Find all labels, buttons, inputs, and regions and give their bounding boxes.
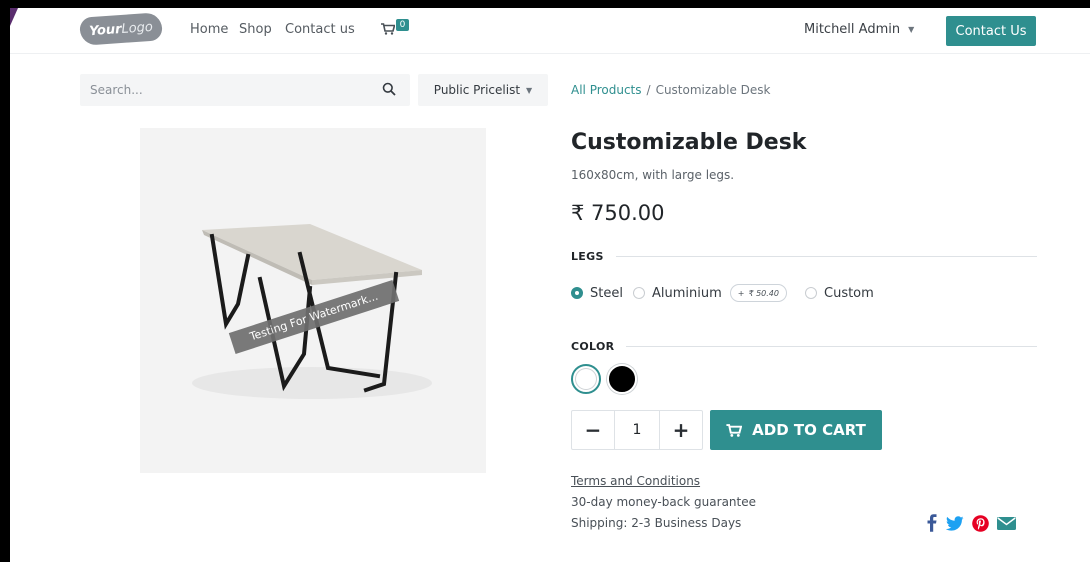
shipping-text: Shipping: 2-3 Business Days [571, 516, 742, 530]
legs-attribute-header: LEGS [571, 250, 1037, 263]
legs-option-label: Aluminium [651, 285, 722, 301]
radio-icon[interactable] [805, 287, 817, 299]
user-name: Mitchell Admin [804, 22, 901, 37]
logo-text-bold: Your [88, 21, 122, 39]
twitter-icon[interactable] [946, 515, 964, 531]
terms-link[interactable]: Terms and Conditions [571, 474, 700, 488]
color-label: COLOR [571, 340, 615, 353]
cart-count-badge: 0 [396, 19, 409, 31]
header: Your Logo Home Shop Contact us 0 Mitchell… [10, 8, 1090, 54]
logo[interactable]: Your Logo [79, 12, 163, 46]
search-input[interactable] [80, 74, 370, 106]
product-image[interactable]: Testing For Watermark... [140, 128, 486, 473]
add-to-cart-button[interactable]: ADD TO CART [710, 410, 882, 450]
caret-down-icon: ▼ [908, 25, 915, 34]
share-links [926, 514, 1016, 532]
product-price: ₹ 750.00 [571, 201, 665, 225]
legs-option-label: Steel [590, 285, 623, 301]
divider [615, 256, 1037, 257]
plus-icon: + [737, 288, 745, 298]
guarantee-text: 30-day money-back guarantee [571, 495, 756, 509]
legs-option-steel[interactable]: Steel [571, 286, 623, 301]
cart-link[interactable]: 0 [381, 17, 415, 43]
legs-option-label: Custom [824, 285, 874, 301]
page: Your Logo Home Shop Contact us 0 Mitchell… [10, 8, 1090, 562]
desk-illustration [192, 224, 432, 399]
caret-down-icon: ▼ [526, 85, 533, 95]
legs-label: LEGS [571, 250, 604, 263]
breadcrumb-all-products[interactable]: All Products [571, 83, 642, 97]
radio-checked-icon[interactable] [571, 287, 583, 299]
nav-home[interactable]: Home [190, 22, 228, 37]
user-menu[interactable]: Mitchell Admin ▼ [804, 22, 914, 37]
extra-price-value: ₹ 50.40 [748, 288, 779, 298]
divider [626, 346, 1037, 347]
nav-shop[interactable]: Shop [239, 22, 272, 37]
product-description: 160x80cm, with large legs. [571, 168, 735, 182]
legs-options: Steel Aluminium + ₹ 50.40 Custom [571, 284, 884, 302]
cart-icon [726, 423, 743, 437]
add-to-cart-label: ADD TO CART [752, 421, 866, 439]
minus-icon[interactable]: − [572, 411, 614, 449]
extra-price-badge: + ₹ 50.40 [729, 284, 787, 302]
color-swatch-black[interactable] [607, 364, 637, 394]
legs-option-aluminium[interactable]: Aluminium [632, 285, 722, 301]
pricelist-label: Public Pricelist [433, 83, 521, 97]
color-swatch-white[interactable] [571, 364, 601, 394]
quantity-input[interactable] [614, 411, 660, 449]
facebook-icon[interactable] [926, 514, 938, 532]
quantity-stepper: − + [571, 410, 703, 450]
legs-option-custom[interactable]: Custom [805, 286, 874, 301]
cart-icon [381, 23, 395, 35]
plus-icon[interactable]: + [660, 411, 702, 449]
pricelist-dropdown[interactable]: Public Pricelist ▼ [418, 74, 548, 106]
pinterest-icon[interactable] [972, 514, 989, 532]
envelope-icon[interactable] [997, 516, 1016, 531]
breadcrumb-separator: / [646, 83, 651, 97]
radio-icon[interactable] [632, 287, 645, 299]
contact-us-button[interactable]: Contact Us [946, 16, 1036, 46]
breadcrumb: All Products / Customizable Desk [571, 83, 771, 97]
search-icon[interactable] [382, 82, 396, 96]
breadcrumb-current: Customizable Desk [655, 83, 771, 97]
logo-text-light: Logo [120, 19, 154, 37]
nav-contact-us[interactable]: Contact us [285, 22, 355, 37]
color-swatches [571, 364, 637, 394]
product-name: Customizable Desk [571, 130, 807, 155]
color-attribute-header: COLOR [571, 340, 1037, 353]
search-box [80, 74, 410, 106]
